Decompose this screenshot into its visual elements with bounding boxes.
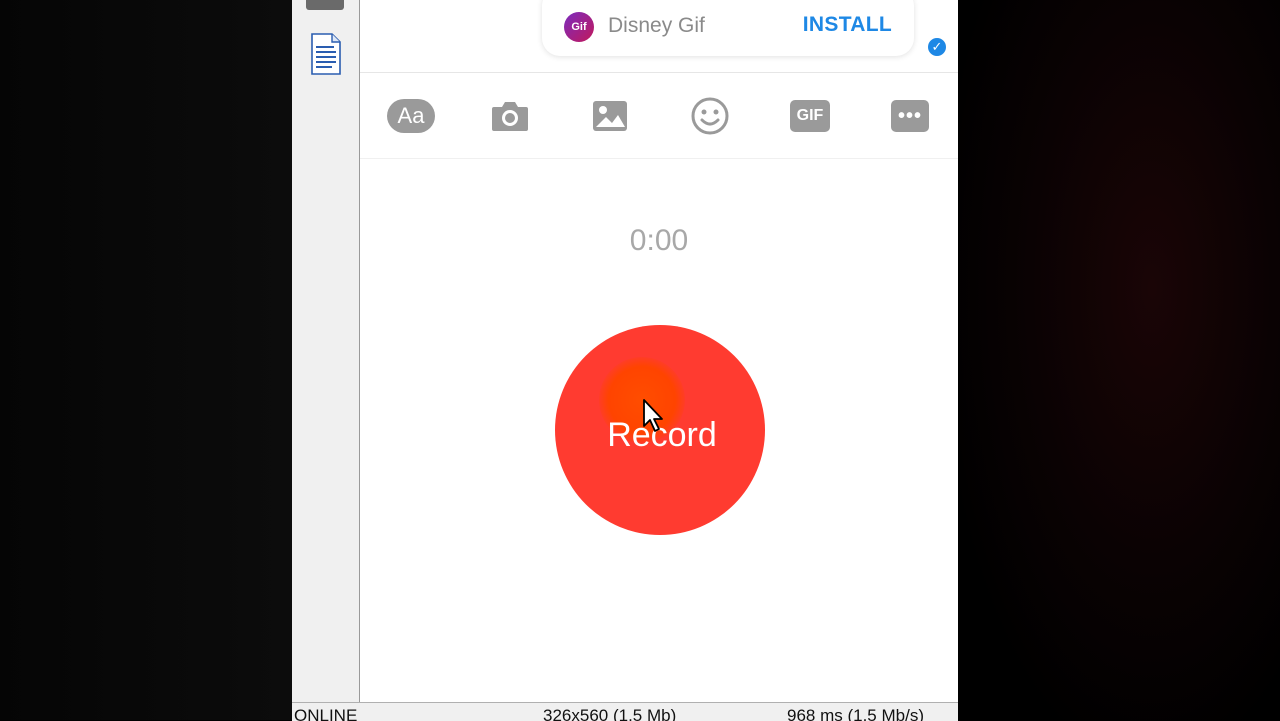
install-button[interactable]: INSTALL <box>803 13 892 37</box>
more-icon: ••• <box>891 100 929 132</box>
composer-toolbar: Aa GIF ••• <box>360 90 958 140</box>
emoji-icon <box>691 97 729 135</box>
check-icon: ✓ <box>926 36 948 58</box>
camera-button[interactable] <box>485 94 535 138</box>
divider <box>360 158 958 159</box>
gallery-button[interactable] <box>585 94 635 138</box>
phone-screen: Gif Disney Gif INSTALL ✓ Aa GIF ••• 0:00… <box>360 0 958 702</box>
background-right <box>960 0 1280 720</box>
mouse-cursor-icon <box>643 399 663 432</box>
text-button[interactable]: Aa <box>386 94 436 138</box>
recording-timer: 0:00 <box>629 224 689 257</box>
ad-banner[interactable]: Gif Disney Gif INSTALL <box>542 0 914 56</box>
latency-readout: 968 ms (1.5 Mb/s) <box>787 706 924 721</box>
background-left <box>0 0 292 720</box>
host-side-panel <box>292 0 360 702</box>
camera-icon <box>492 102 528 131</box>
text-icon: Aa <box>387 99 435 133</box>
document-icon[interactable] <box>306 32 344 76</box>
disney-gif-logo-icon: Gif <box>564 12 594 42</box>
emoji-button[interactable] <box>685 94 735 138</box>
menu-bar-icon[interactable] <box>306 0 344 10</box>
gif-button[interactable]: GIF <box>785 94 835 138</box>
ad-title: Disney Gif <box>608 14 705 37</box>
resolution-readout: 326x560 (1.5 Mb) <box>543 706 677 721</box>
more-button[interactable]: ••• <box>885 94 935 138</box>
gif-icon: GIF <box>790 100 830 132</box>
divider <box>360 72 958 73</box>
host-status-bar: ONLINE 326x560 (1.5 Mb) 968 ms (1.5 Mb/s… <box>292 702 958 721</box>
image-icon <box>593 101 627 131</box>
connection-status: ONLINE <box>294 706 358 721</box>
